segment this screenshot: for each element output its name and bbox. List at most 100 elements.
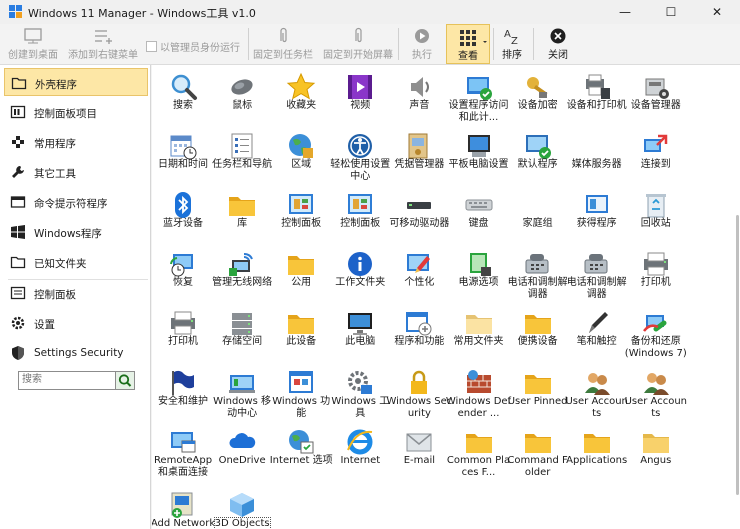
program-item[interactable]: 3D Objects — [211, 483, 273, 529]
program-item[interactable]: 备份和还原 (Windows 7) — [625, 301, 687, 359]
program-item[interactable]: User Pinned — [507, 361, 569, 419]
sidebar-item-settings[interactable]: 设置 — [4, 309, 148, 337]
program-item[interactable]: 控制面板 — [270, 183, 332, 241]
paperclip-icon — [280, 27, 287, 43]
program-item[interactable]: Windows 移动中心 — [211, 361, 273, 419]
program-item[interactable]: 设备加密 — [507, 65, 569, 123]
program-item[interactable]: 媒体服务器 — [566, 124, 628, 182]
program-item[interactable]: OneDrive — [211, 420, 273, 478]
power-options-icon — [469, 253, 491, 277]
program-item[interactable]: 设备和打印机 — [566, 65, 628, 123]
program-item[interactable]: Windows Defender ... — [446, 361, 511, 419]
window-title: Windows 11 Manager - Windows工具 v1.0 — [28, 7, 256, 20]
program-item[interactable]: 任务栏和导航 — [211, 124, 273, 182]
program-item[interactable]: E-mail — [388, 420, 450, 478]
program-item[interactable]: 蓝牙设备 — [152, 183, 214, 241]
program-item[interactable]: 管理无线网络 — [211, 242, 273, 300]
execute-button[interactable]: 执行 — [402, 24, 442, 64]
program-item[interactable]: Common Places F... — [447, 420, 510, 478]
program-item[interactable]: 个性化 — [388, 242, 450, 300]
create-shortcut-button[interactable]: 创建到桌面 — [4, 24, 62, 64]
program-item[interactable]: 便携设备 — [507, 301, 569, 359]
program-item[interactable]: 电话和调制解调器 — [507, 242, 569, 300]
vertical-scrollbar[interactable] — [734, 65, 740, 529]
program-item[interactable]: 设备管理器 — [625, 65, 687, 123]
program-item[interactable]: 获得程序 — [566, 183, 628, 241]
program-item[interactable]: 收藏夹 — [270, 65, 332, 123]
program-item[interactable]: 连接到 — [625, 124, 687, 182]
maximize-button[interactable]: ☐ — [648, 0, 694, 24]
scrollbar-thumb[interactable] — [736, 215, 739, 495]
program-item[interactable]: Internet — [329, 420, 391, 478]
sidebar-item-control-panel[interactable]: 控制面板 — [4, 279, 148, 307]
sidebar-item-known-folders[interactable]: 已知文件夹 — [4, 248, 148, 276]
program-item[interactable]: 设置程序访问和此计... — [448, 65, 510, 123]
sidebar-item-control-panel-items[interactable]: 控制面板项目 — [4, 98, 148, 126]
program-item[interactable]: 电源选项 — [448, 242, 510, 300]
program-item[interactable]: 打印机 — [152, 301, 214, 359]
pin-taskbar-button[interactable]: 固定到任务栏 — [252, 24, 314, 64]
program-item[interactable]: 搜索 — [152, 65, 214, 123]
program-item[interactable]: 笔和触控 — [566, 301, 628, 359]
close-button[interactable]: 关闭 — [538, 24, 578, 64]
program-item-label: 设备加密 — [517, 100, 558, 111]
program-item[interactable]: 电话和调制解调器 — [566, 242, 628, 300]
program-item[interactable]: 此电脑 — [329, 301, 391, 359]
program-item[interactable]: 程序和功能 — [388, 301, 450, 359]
program-item[interactable]: Windows 功能 — [270, 361, 332, 419]
program-item[interactable]: 平板电脑设置 — [448, 124, 510, 182]
program-item[interactable]: Windows 工具 — [329, 361, 391, 419]
program-item[interactable]: 默认程序 — [507, 124, 569, 182]
program-item[interactable]: Windows Security — [386, 361, 452, 419]
program-grid: 搜索 鼠标 收藏夹 视频 声音 设置程序访问和此计... 设备加密 设备和打印机 设备管理器日期… — [152, 65, 740, 529]
program-item[interactable]: Internet 选项 — [270, 420, 333, 478]
run-as-admin-checkbox[interactable]: 以管理员身份运行 — [146, 39, 240, 54]
program-item[interactable]: 打印机 — [625, 242, 687, 300]
program-item-label: 电话和调制解调器 — [566, 277, 627, 301]
program-item[interactable]: 轻松使用设置中心 — [329, 124, 391, 182]
program-item[interactable]: Add Network — [152, 483, 215, 529]
program-item[interactable]: 存储空间 — [211, 301, 273, 359]
program-item[interactable]: 控制面板 — [329, 183, 391, 241]
sidebar-item-windows-apps[interactable]: Windows程序 — [4, 218, 148, 246]
program-item[interactable]: 工作文件夹 — [329, 242, 391, 300]
program-item[interactable]: 常用文件夹 — [448, 301, 510, 359]
execute-label: 执行 — [412, 50, 432, 61]
program-item[interactable]: 安全和维护 — [152, 361, 214, 419]
sidebar-item-command-prompt[interactable]: 命令提示符程序 — [4, 188, 148, 216]
program-item[interactable]: 回收站 — [625, 183, 687, 241]
program-item-label: 控制面板 — [281, 218, 322, 230]
sort-button[interactable]: AZ 排序 — [495, 24, 529, 64]
program-item[interactable]: 恢复 — [152, 242, 214, 300]
sidebar-item-common-apps[interactable]: 常用程序 — [4, 128, 148, 156]
program-item[interactable]: 鼠标 — [211, 65, 273, 123]
program-item[interactable]: 可移动驱动器 — [388, 183, 450, 241]
sidebar-item-shell[interactable]: 外壳程序 — [4, 68, 148, 96]
add-context-menu-button[interactable]: 添加到右键菜单 — [66, 24, 140, 64]
program-item[interactable]: 此设备 — [270, 301, 332, 359]
program-item[interactable]: 家庭组 — [507, 183, 569, 241]
minimize-button[interactable]: — — [602, 0, 648, 24]
view-button[interactable]: 查看 — [446, 24, 490, 64]
program-item[interactable]: User Accounts — [625, 361, 687, 419]
close-window-button[interactable]: ✕ — [694, 0, 740, 24]
program-item[interactable]: Command Folder — [507, 420, 569, 478]
sidebar-item-settings-security[interactable]: Settings Security — [4, 339, 148, 367]
search-input[interactable] — [19, 372, 114, 387]
search-button[interactable] — [115, 372, 134, 389]
sidebar-item-other-tools[interactable]: 其它工具 — [4, 158, 148, 186]
program-item[interactable]: Angus — [625, 420, 687, 478]
program-item[interactable]: 凭据管理器 — [388, 124, 450, 182]
program-item[interactable]: Applications — [566, 420, 628, 478]
program-item[interactable]: 声音 — [388, 65, 450, 123]
program-item[interactable]: RemoteApp 和桌面连接 — [152, 420, 214, 478]
program-item[interactable]: 公用 — [270, 242, 332, 300]
keyboard-icon — [465, 199, 492, 211]
pin-start-button[interactable]: 固定到开始屏幕 — [322, 24, 394, 64]
program-item[interactable]: 库 — [211, 183, 273, 241]
program-item[interactable]: 键盘 — [448, 183, 510, 241]
program-item[interactable]: User Accounts — [565, 361, 628, 419]
program-item[interactable]: 日期和时间 — [152, 124, 214, 182]
program-item[interactable]: 区域 — [270, 124, 332, 182]
program-item[interactable]: 视频 — [329, 65, 391, 123]
